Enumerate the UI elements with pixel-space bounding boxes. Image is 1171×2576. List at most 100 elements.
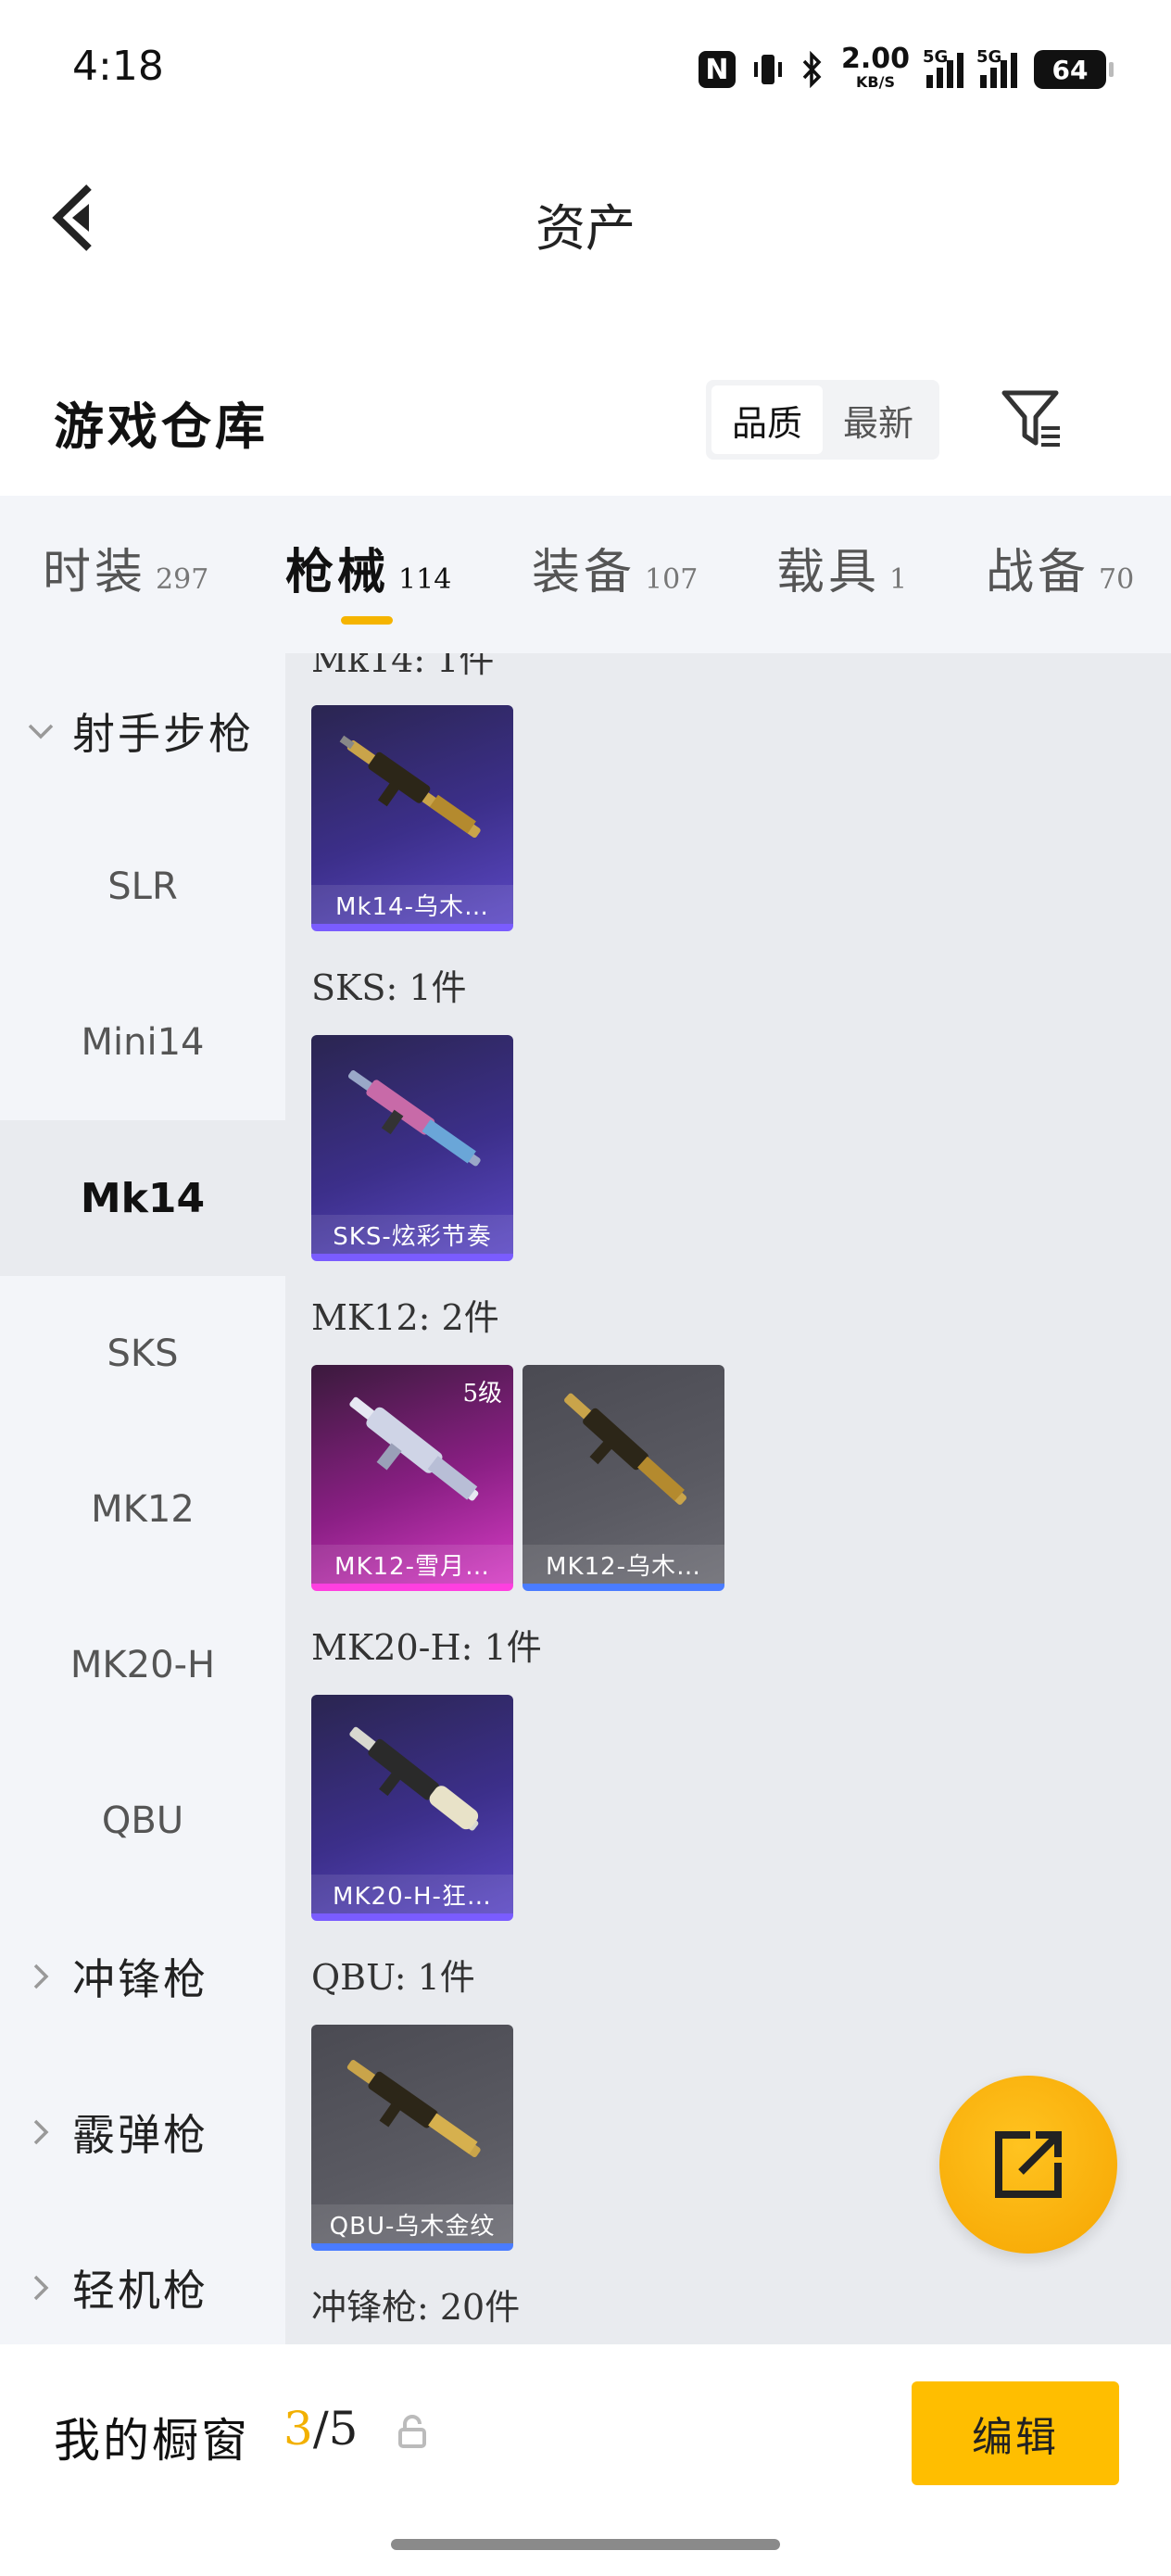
home-indicator[interactable]	[391, 2539, 780, 2550]
section-label-sks: SKS: 1件	[311, 967, 467, 1008]
sidebar-group-marksman[interactable]: 射手步枪	[0, 653, 285, 809]
rifle-icon	[339, 735, 481, 839]
sidebar-item-mk20h[interactable]: MK20-H	[0, 1587, 285, 1743]
share-button[interactable]	[939, 2076, 1117, 2254]
rifle-icon	[349, 1726, 479, 1831]
subcategory-sidebar: 射手步枪 SLR Mini14 Mk14 SKS MK12 MK20-H QBU…	[0, 653, 285, 2344]
sidebar-item-mk12[interactable]: MK12	[0, 1432, 285, 1587]
chevron-right-icon	[22, 2114, 59, 2151]
item-name: MK12-乌木…	[523, 1545, 724, 1584]
bluetooth-icon	[800, 49, 825, 90]
item-name: QBU-乌木金纹	[311, 2204, 513, 2243]
section-label-qbu: QBU: 1件	[311, 1957, 475, 1998]
sidebar-group-label: 射手步枪	[72, 709, 254, 759]
section-label-smg: 冲锋枪: 20件	[311, 2287, 521, 2328]
rifle-icon	[564, 1393, 686, 1505]
chevron-right-icon	[22, 1958, 59, 1995]
sidebar-group-label: 轻机枪	[72, 2266, 208, 2316]
showcase-title: 我的橱窗	[54, 2414, 250, 2468]
sidebar-item-qbu[interactable]: QBU	[0, 1743, 285, 1899]
active-tab-indicator	[341, 616, 393, 625]
item-card[interactable]: MK20-H-狂…	[311, 1695, 513, 1921]
rarity-bar	[311, 1254, 513, 1261]
showcase-bar: 我的橱窗 3 / 5 编辑	[0, 2344, 1171, 2576]
vibrate-icon	[752, 49, 784, 90]
tab-label: 时装	[43, 545, 147, 600]
item-card[interactable]: Mk14-乌木…	[311, 705, 513, 931]
category-tabs: 时装 297 枪械 114 装备 107 载具 1 战备 70	[0, 496, 1171, 653]
section-label-mk14: Mk14: 1件	[311, 653, 495, 680]
sidebar-group-lmg[interactable]: 轻机枪	[0, 2210, 285, 2344]
item-name: Mk14-乌木…	[311, 885, 513, 924]
tab-count: 70	[1099, 563, 1135, 596]
tab-count: 107	[645, 563, 699, 596]
item-name: SKS-炫彩节奏	[311, 1215, 513, 1254]
sidebar-group-label: 霰弹枪	[72, 2110, 208, 2160]
speed-unit: KB/S	[856, 73, 895, 91]
edit-button[interactable]: 编辑	[912, 2381, 1119, 2485]
rifle-icon	[347, 1070, 481, 1167]
rarity-bar	[311, 1913, 513, 1921]
tab-count: 1	[889, 563, 908, 596]
rarity-bar	[523, 1584, 724, 1591]
sidebar-group-shotgun[interactable]: 霰弹枪	[0, 2054, 285, 2210]
tab-count: 114	[398, 563, 452, 596]
status-bar: 4:18 N 2.00 KB/S 5G 5G 64	[0, 0, 1171, 139]
chevron-right-icon	[22, 2269, 59, 2306]
signal-icon: 5G	[923, 47, 963, 88]
item-name: MK12-雪月…	[311, 1545, 513, 1584]
nfc-icon: N	[698, 51, 736, 88]
tab-label: 载具	[776, 545, 881, 600]
sidebar-item-mini14[interactable]: Mini14	[0, 965, 285, 1120]
showcase-current: 3	[283, 2402, 313, 2456]
sort-quality-button[interactable]: 品质	[711, 385, 823, 454]
status-icons: N 2.00 KB/S 5G 5G 64	[698, 43, 1114, 95]
tab-label: 枪械	[285, 544, 390, 600]
sidebar-item-mk14[interactable]: Mk14	[0, 1120, 285, 1276]
signal-label-2: 5G	[976, 47, 1002, 67]
warehouse-title: 游戏仓库	[54, 397, 269, 456]
tab-label: 装备	[532, 545, 636, 600]
tab-firearms[interactable]: 枪械 114	[285, 533, 451, 602]
tab-equipment[interactable]: 装备 107	[532, 533, 698, 602]
showcase-count: 3 / 5	[283, 2402, 358, 2456]
item-card[interactable]: QBU-乌木金纹	[311, 2025, 513, 2251]
share-icon	[995, 2131, 1062, 2198]
sort-toggle: 品质 最新	[706, 380, 939, 460]
tab-vehicles[interactable]: 载具 1	[776, 533, 907, 602]
section-label-mk20h: MK20-H: 1件	[311, 1627, 542, 1668]
item-card[interactable]: MK12-乌木…	[523, 1365, 724, 1591]
sidebar-item-slr[interactable]: SLR	[0, 809, 285, 965]
rarity-bar	[311, 2243, 513, 2251]
rifle-icon	[349, 1396, 479, 1501]
filter-icon	[1001, 390, 1060, 447]
rarity-bar	[311, 1584, 513, 1591]
lock-icon	[398, 2415, 426, 2448]
status-time: 4:18	[72, 43, 164, 90]
battery-icon: 64	[1034, 50, 1114, 89]
tab-label: 战备	[986, 545, 1090, 600]
showcase-separator: /	[312, 2402, 329, 2456]
network-speed: 2.00 KB/S	[840, 43, 910, 92]
item-name: MK20-H-狂…	[311, 1875, 513, 1913]
sort-latest-button[interactable]: 最新	[823, 385, 934, 454]
battery-level: 64	[1051, 54, 1089, 85]
item-card[interactable]: 5级 MK12-雪月…	[311, 1365, 513, 1591]
tab-supplies[interactable]: 战备 70	[986, 533, 1134, 602]
item-card[interactable]: SKS-炫彩节奏	[311, 1035, 513, 1261]
filter-button[interactable]	[999, 385, 1065, 452]
showcase-total: 5	[328, 2402, 359, 2456]
warehouse-bar: 游戏仓库 品质 最新	[0, 352, 1171, 491]
sidebar-group-smg[interactable]: 冲锋枪	[0, 1899, 285, 2054]
signal-icon-2: 5G	[976, 47, 1017, 88]
sidebar-group-label: 冲锋枪	[72, 1954, 208, 2004]
sidebar-item-sks[interactable]: SKS	[0, 1276, 285, 1432]
speed-value: 2.00	[840, 43, 910, 75]
rifle-icon	[346, 2060, 481, 2158]
signal-label: 5G	[923, 47, 949, 67]
tab-count: 297	[156, 563, 209, 596]
chevron-down-icon	[22, 713, 59, 750]
tab-outfits[interactable]: 时装 297	[43, 533, 208, 602]
page-title: 资产	[535, 199, 636, 258]
page-header: 资产	[0, 139, 1171, 306]
